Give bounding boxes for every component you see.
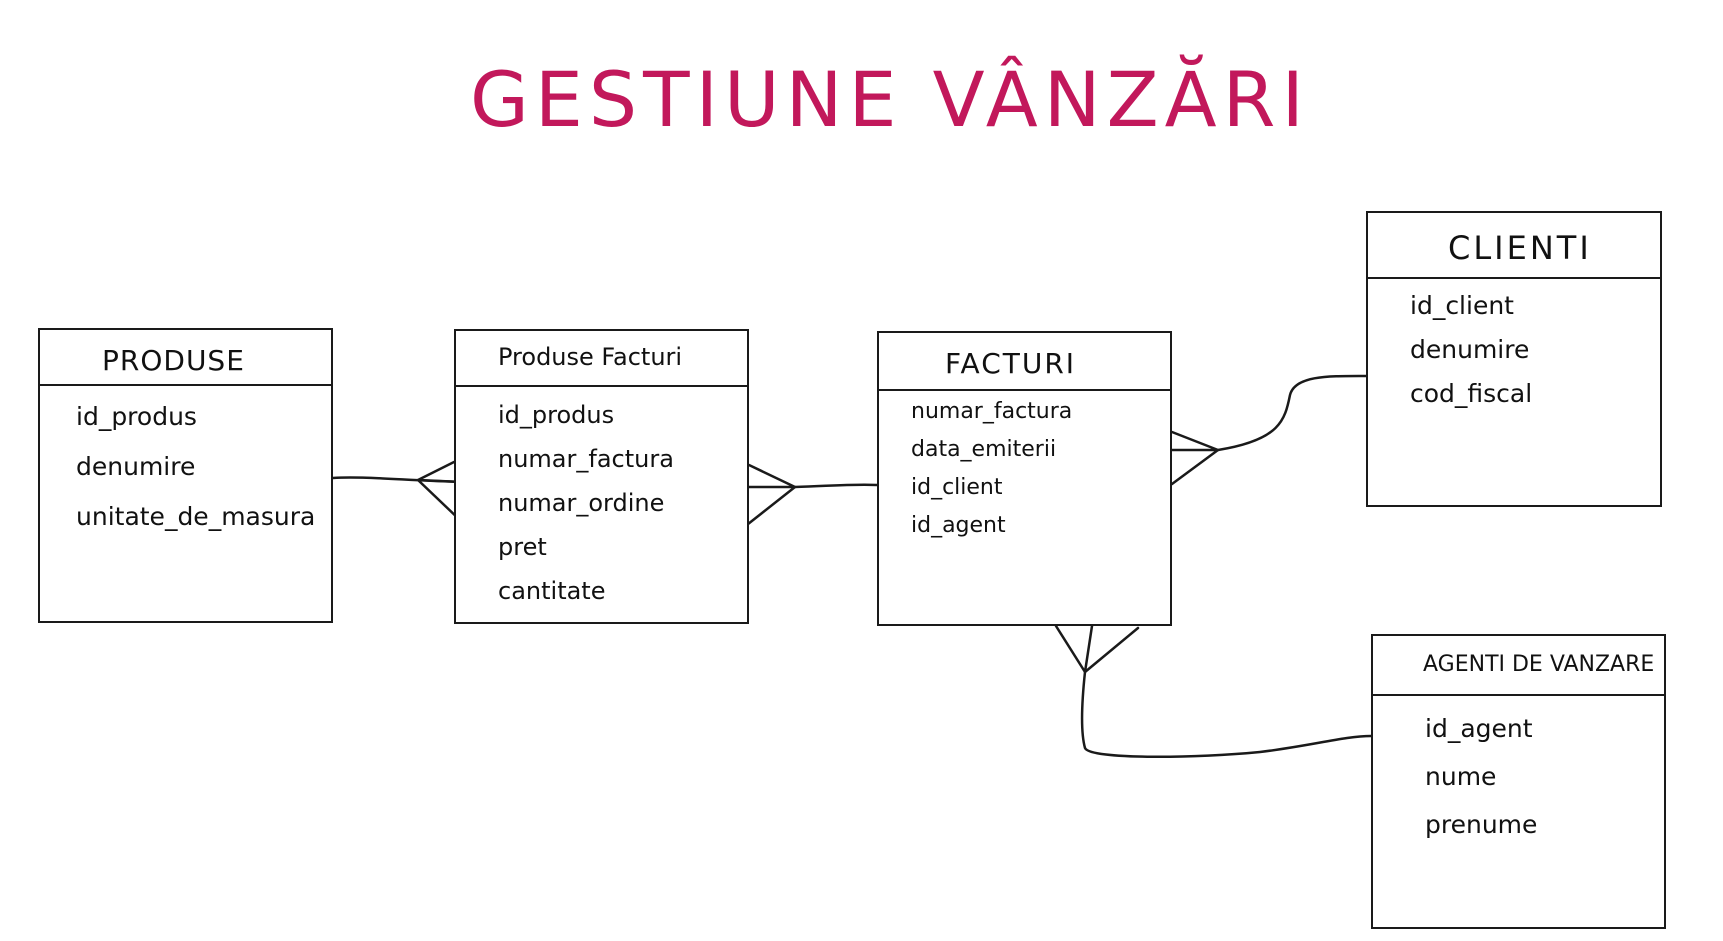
entity-facturi: FACTURI numar_factura data_emiterii id_c…	[877, 331, 1172, 626]
field-denumire: denumire	[76, 452, 196, 481]
entity-clienti: CLIENTI id_client denumire cod_fiscal	[1366, 211, 1662, 507]
field-cod-fiscal: cod_fiscal	[1410, 379, 1533, 408]
field-prenume: prenume	[1425, 810, 1538, 839]
field-cantitate: cantitate	[498, 577, 606, 605]
field-unitate-de-masura: unitate_de_masura	[76, 502, 316, 531]
entity-produse-facturi-fields: id_produs numar_factura numar_ordine pre…	[456, 387, 747, 621]
entity-clienti-fields: id_client denumire cod_fiscal	[1368, 279, 1660, 423]
rel-facturi-clienti-crowfoot	[1170, 430, 1220, 486]
field-id-produs: id_produs	[76, 402, 197, 431]
field-numar-factura: numar_factura	[498, 445, 674, 473]
entity-produse-facturi-title: Produse Facturi	[456, 331, 747, 387]
field-id-client: id_client	[911, 475, 1003, 500]
rel-facturi-agenti-line	[1080, 670, 1373, 758]
rel-produsefacturi-facturi-line	[793, 483, 879, 489]
field-id-agent: id_agent	[911, 513, 1006, 538]
entity-facturi-fields: numar_factura data_emiterii id_client id…	[879, 391, 1170, 551]
entity-agenti-de-vanzare-title: AGENTI DE VANZARE	[1373, 636, 1664, 696]
field-id-client: id_client	[1410, 291, 1514, 320]
entity-agenti-de-vanzare: AGENTI DE VANZARE id_agent nume prenume	[1371, 634, 1666, 929]
entity-facturi-title: FACTURI	[879, 333, 1170, 391]
field-nume: nume	[1425, 762, 1497, 791]
entity-produse: PRODUSE id_produs denumire unitate_de_ma…	[38, 328, 333, 623]
rel-facturi-clienti-line	[1216, 374, 1368, 452]
field-pret: pret	[498, 533, 547, 561]
field-numar-ordine: numar_ordine	[498, 489, 665, 517]
field-id-produs: id_produs	[498, 401, 615, 429]
field-id-agent: id_agent	[1425, 714, 1533, 743]
entity-produse-fields: id_produs denumire unitate_de_masura	[40, 386, 331, 552]
field-numar-factura: numar_factura	[911, 399, 1073, 424]
field-denumire: denumire	[1410, 335, 1530, 364]
rel-facturi-agenti-crowfoot	[1054, 624, 1140, 674]
entity-clienti-title: CLIENTI	[1368, 213, 1660, 279]
entity-produse-facturi: Produse Facturi id_produs numar_factura …	[454, 329, 749, 624]
rel-produsefacturi-facturi-crowfoot	[741, 463, 797, 530]
entity-produse-title: PRODUSE	[40, 330, 331, 386]
field-data-emiterii: data_emiterii	[911, 437, 1057, 462]
entity-agenti-de-vanzare-fields: id_agent nume prenume	[1373, 696, 1664, 858]
